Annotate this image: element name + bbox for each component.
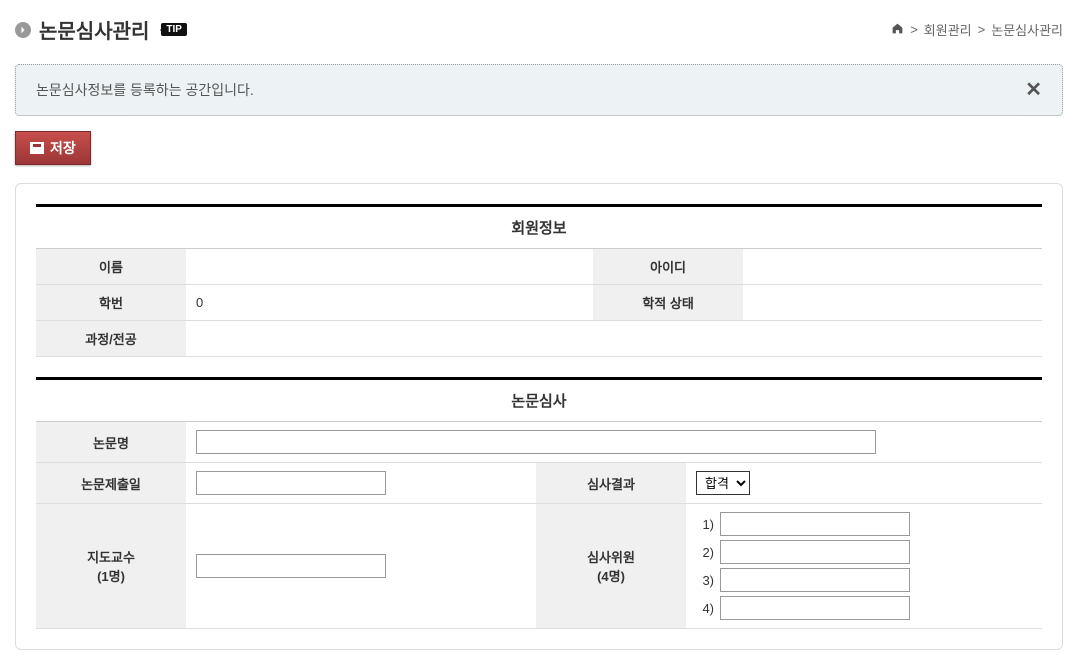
reviewer-row: 2) — [696, 540, 1032, 564]
reviewer-row: 4) — [696, 596, 1032, 620]
cell-advisor — [186, 504, 536, 629]
thesis-title-input[interactable] — [196, 430, 876, 454]
tip-badge[interactable]: TIP — [161, 23, 187, 36]
value-status — [743, 285, 1042, 321]
info-message: 논문심사정보를 등록하는 공간입니다. — [36, 80, 254, 100]
reviewer4-input[interactable] — [720, 596, 910, 620]
save-button[interactable]: 저장 — [15, 131, 91, 165]
value-course — [186, 321, 1042, 357]
save-button-label: 저장 — [50, 138, 76, 158]
breadcrumb: > 회원관리 > 논문심사관리 — [891, 20, 1063, 39]
submit-date-input[interactable] — [196, 471, 386, 495]
review-table: 논문심사 논문명 논문제출일 심사결과 합격 지도교수 (1명) — [36, 377, 1042, 629]
cell-result: 합격 — [686, 463, 1042, 504]
reviewer-row: 1) — [696, 512, 1032, 536]
save-icon — [30, 142, 44, 154]
cell-submit-date — [186, 463, 536, 504]
reviewer-row: 3) — [696, 568, 1032, 592]
member-info-table: 회원정보 이름 아이디 학번 0 학적 상태 과정/전공 — [36, 204, 1042, 357]
label-name: 이름 — [36, 249, 186, 285]
value-userid — [743, 249, 1042, 285]
reviewer3-input[interactable] — [720, 568, 910, 592]
reviewer1-input[interactable] — [720, 512, 910, 536]
page-title: 논문심사관리 — [39, 15, 149, 44]
reviewer-num-4: 4) — [696, 601, 714, 616]
cell-thesis-title — [186, 422, 1042, 463]
info-box: 논문심사정보를 등록하는 공간입니다. ✕ — [15, 64, 1063, 116]
breadcrumb-sep: > — [910, 22, 918, 37]
label-course: 과정/전공 — [36, 321, 186, 357]
title-group: 논문심사관리 TIP — [15, 15, 187, 44]
home-icon[interactable] — [891, 22, 904, 38]
reviewer-num-3: 3) — [696, 573, 714, 588]
close-icon[interactable]: ✕ — [1025, 80, 1042, 100]
result-select[interactable]: 합격 — [696, 471, 750, 495]
label-submit-date: 논문제출일 — [36, 463, 186, 504]
reviewer-num-1: 1) — [696, 517, 714, 532]
member-info-header: 회원정보 — [36, 206, 1042, 249]
label-advisor: 지도교수 (1명) — [36, 504, 186, 629]
label-reviewers: 심사위원 (4명) — [536, 504, 686, 629]
label-result: 심사결과 — [536, 463, 686, 504]
label-status: 학적 상태 — [593, 285, 743, 321]
breadcrumb-item[interactable]: 논문심사관리 — [991, 20, 1063, 39]
advisor-input[interactable] — [196, 554, 386, 578]
value-studentno: 0 — [186, 285, 593, 321]
label-studentno: 학번 — [36, 285, 186, 321]
value-name — [186, 249, 593, 285]
review-header: 논문심사 — [36, 379, 1042, 422]
cell-reviewers: 1) 2) 3) 4) — [686, 504, 1042, 629]
page-header: 논문심사관리 TIP > 회원관리 > 논문심사관리 — [15, 15, 1063, 44]
content-panel: 회원정보 이름 아이디 학번 0 학적 상태 과정/전공 논문심사 논문명 — [15, 183, 1063, 650]
breadcrumb-item[interactable]: 회원관리 — [924, 20, 972, 39]
reviewer2-input[interactable] — [720, 540, 910, 564]
label-thesis-title: 논문명 — [36, 422, 186, 463]
label-userid: 아이디 — [593, 249, 743, 285]
chevron-right-icon — [15, 22, 31, 38]
breadcrumb-sep: > — [978, 22, 986, 37]
reviewer-num-2: 2) — [696, 545, 714, 560]
